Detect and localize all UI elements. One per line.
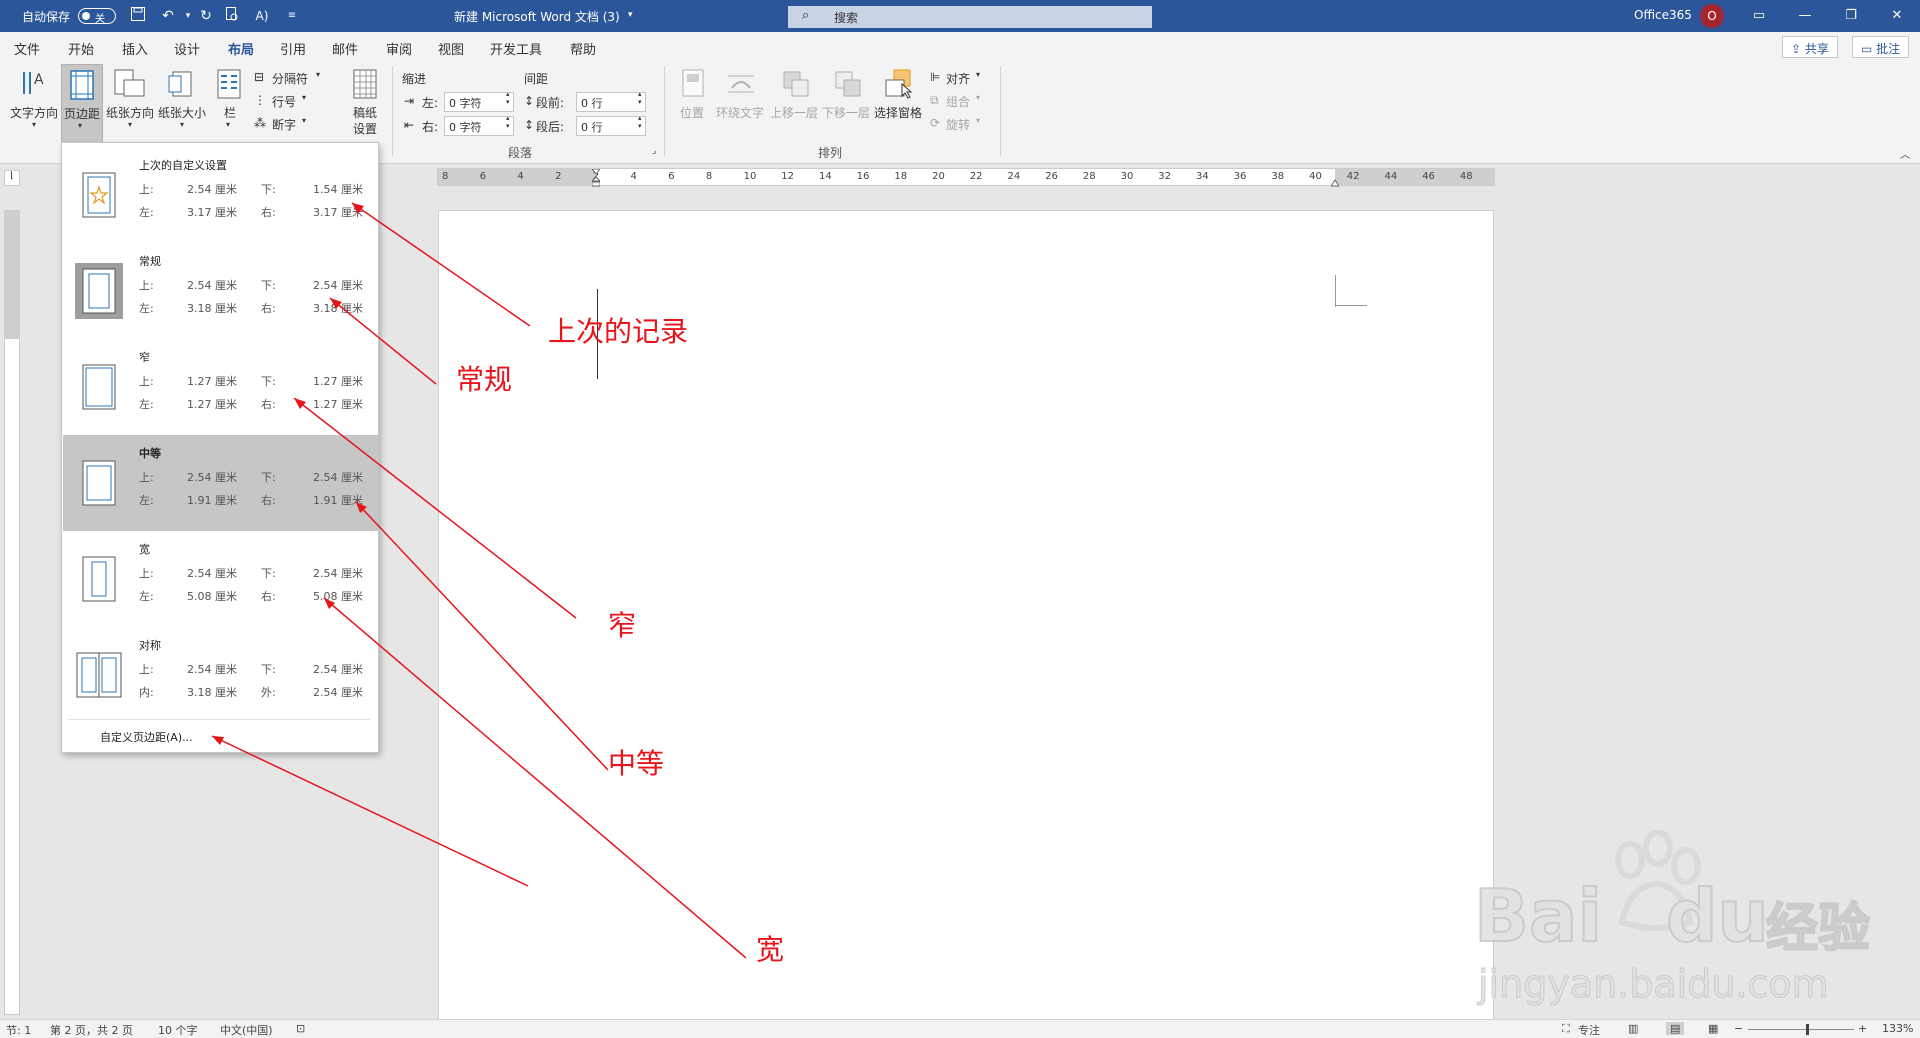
arrow-custom	[211, 735, 529, 887]
watermark-cn: 经验	[1765, 898, 1871, 960]
watermark-url: jingyan.baidu.com	[1478, 962, 1830, 1007]
web-layout-icon[interactable]: ▦	[1708, 1022, 1718, 1035]
annotation-normal: 常规	[456, 363, 513, 396]
annotation-moderate: 中等	[608, 747, 665, 780]
status-words[interactable]: 10 个字	[158, 1022, 198, 1038]
read-mode-icon[interactable]: ▥	[1628, 1022, 1638, 1035]
arrow-moderate	[355, 501, 609, 771]
annotation-last-record: 上次的记录	[548, 315, 689, 348]
focus-icon[interactable]: ⛶	[1562, 1022, 1570, 1036]
watermark-brand-2: du	[1665, 873, 1770, 959]
status-language[interactable]: 中文(中国)	[220, 1022, 273, 1038]
focus-label[interactable]: 专注	[1578, 1022, 1600, 1038]
zoom-slider[interactable]	[1748, 1029, 1854, 1030]
status-bar: 节: 1 第 2 页，共 2 页 10 个字 中文(中国) ⊡ ⛶ 专注 ▥ ▤…	[0, 1019, 1920, 1038]
zoom-out-icon[interactable]: −	[1734, 1022, 1743, 1035]
accessibility-icon[interactable]: ⊡	[296, 1022, 305, 1035]
watermark-brand: Bai	[1473, 873, 1603, 959]
baidu-watermark: Bai du 经验 jingyan.baidu.com	[1470, 830, 1920, 1020]
arrow-last-custom	[351, 202, 531, 327]
annotation-wide: 宽	[756, 933, 785, 966]
arrow-wide	[323, 597, 747, 959]
zoom-in-icon[interactable]: +	[1858, 1022, 1867, 1035]
arrow-normal	[329, 297, 437, 385]
zoom-level[interactable]: 133%	[1882, 1022, 1913, 1035]
status-page[interactable]: 第 2 页，共 2 页	[50, 1022, 133, 1038]
status-section[interactable]: 节: 1	[6, 1022, 31, 1038]
zoom-slider-thumb[interactable]	[1806, 1024, 1809, 1035]
annotation-narrow: 窄	[608, 609, 637, 642]
print-layout-icon[interactable]: ▤	[1666, 1022, 1685, 1035]
